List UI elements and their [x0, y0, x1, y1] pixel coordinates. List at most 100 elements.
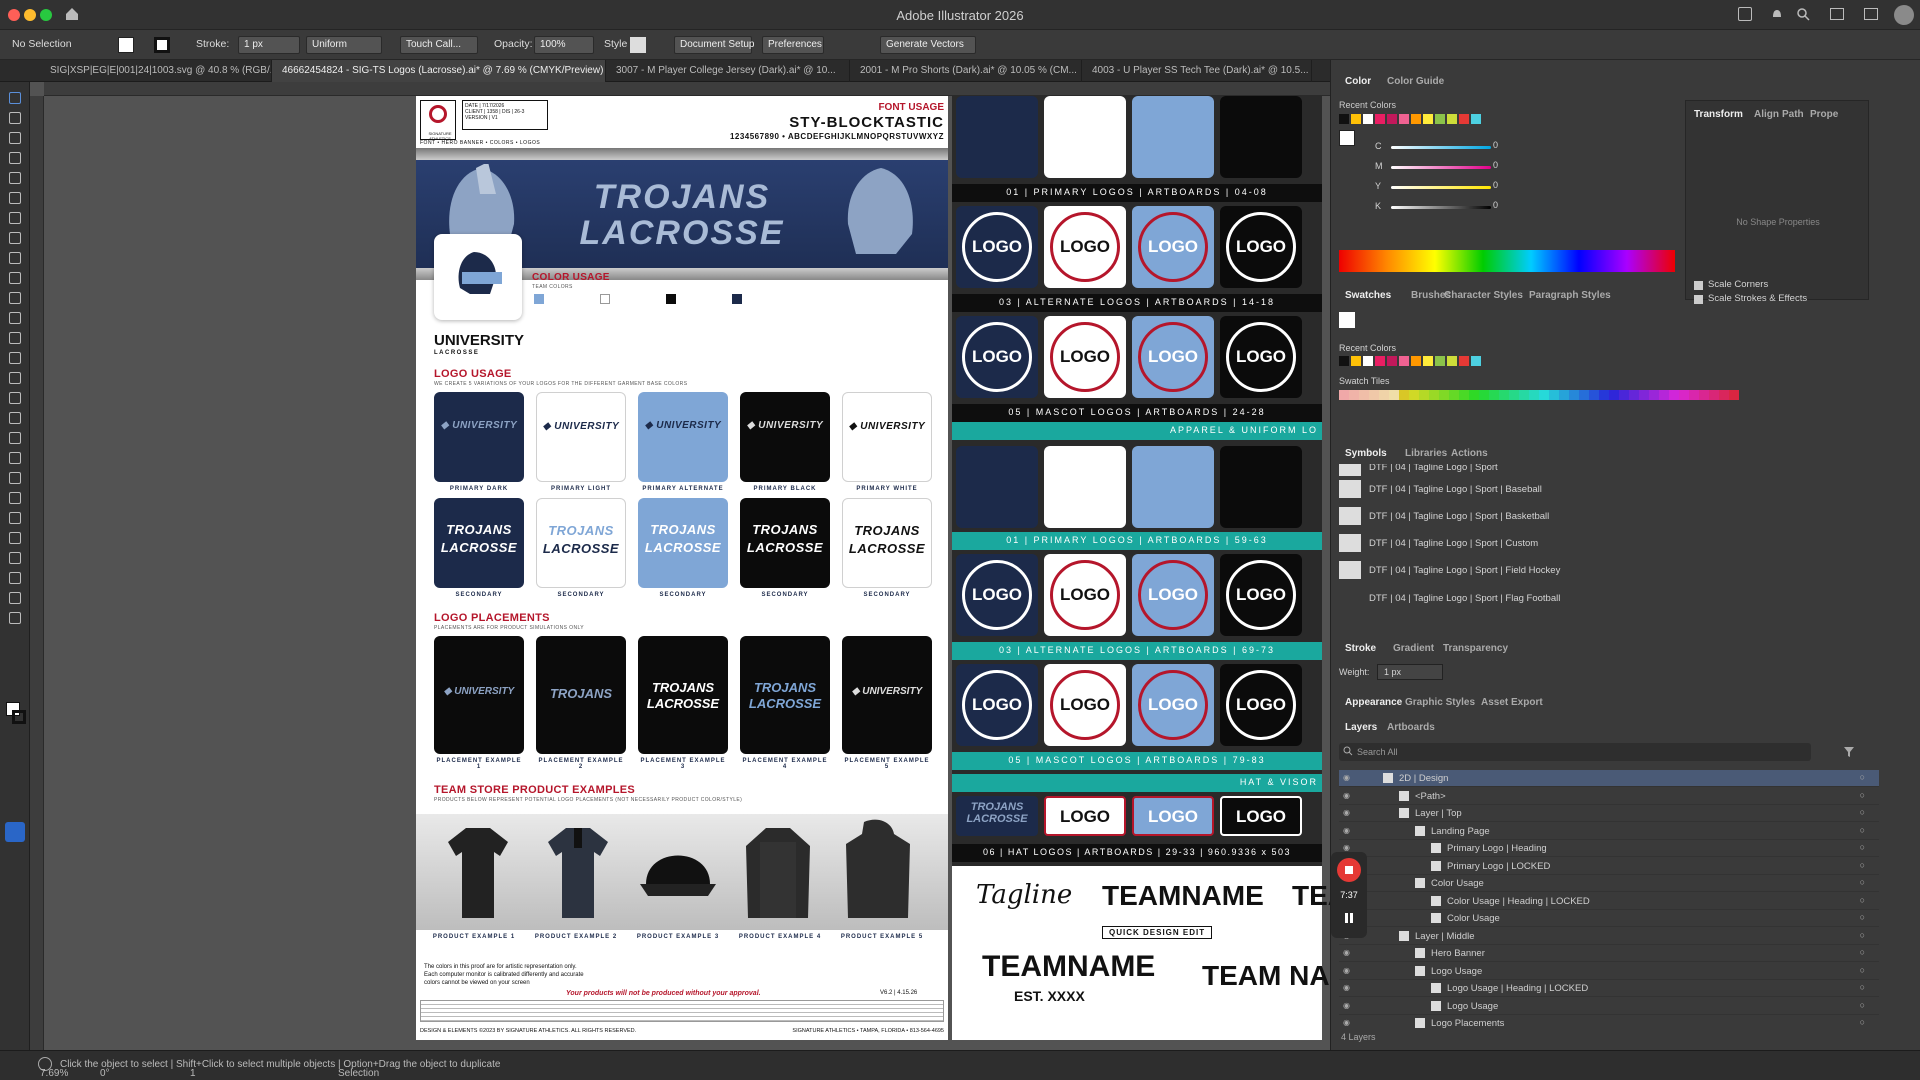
logo-card-primary-black[interactable]: ◆ UNIVERSITY [740, 392, 830, 482]
layer-row[interactable]: ◉ Hero Banner ○ [1339, 945, 1879, 962]
m-value[interactable]: 0 [1493, 160, 1498, 170]
rotate-view[interactable]: 0° [100, 1068, 110, 1079]
color-swatch[interactable] [1423, 356, 1433, 366]
swatch-tile[interactable] [1409, 390, 1419, 400]
placement-example-5[interactable]: ◆ UNIVERSITY [842, 636, 932, 754]
swatch-tile[interactable] [1559, 390, 1569, 400]
swatch-tile[interactable] [1369, 390, 1379, 400]
color-swatch[interactable] [1459, 114, 1469, 124]
strip-alt-light-2[interactable]: LOGO [1044, 554, 1126, 636]
color-swatch[interactable] [1387, 356, 1397, 366]
selection-tool-icon[interactable] [9, 92, 21, 104]
y-value[interactable]: 0 [1493, 180, 1498, 190]
blend-tool-icon[interactable] [9, 492, 21, 504]
layer-row[interactable]: ◉Primary Logo | LOCKED○ [1339, 858, 1879, 875]
target-circle-icon[interactable]: ○ [1860, 860, 1865, 870]
target-circle-icon[interactable]: ○ [1860, 772, 1865, 782]
artboard-tool-icon[interactable] [9, 552, 21, 564]
fill-swatch[interactable] [118, 37, 134, 53]
hat-logo-black[interactable]: LOGO [1220, 796, 1302, 836]
strip-primary-light-2[interactable] [1044, 446, 1126, 528]
lasso-tool-icon[interactable] [9, 152, 21, 164]
share-icon[interactable] [1738, 7, 1752, 21]
zoom-level[interactable]: 7.69% [40, 1068, 68, 1079]
y-slider[interactable] [1391, 186, 1491, 189]
swatch-tile[interactable] [1649, 390, 1659, 400]
layer-row[interactable]: ◉ 2D | Design ○ [1339, 770, 1879, 787]
tab-appearance[interactable]: Appearance [1345, 697, 1402, 708]
stroke-weight-field[interactable]: 1 px [238, 36, 300, 54]
strip-primary-light[interactable] [1044, 96, 1126, 178]
tab-doc-1[interactable]: SIG|XSP|EG|E|001|24|1003.svg @ 40.8 % (R… [40, 60, 272, 82]
swatch-tile[interactable] [1479, 390, 1489, 400]
visibility-eye-icon[interactable]: ◉ [1343, 948, 1350, 957]
swatches-recent-row[interactable] [1339, 356, 1509, 366]
direct-selection-tool-icon[interactable] [9, 112, 21, 124]
tab-artboards[interactable]: Artboards [1387, 722, 1435, 733]
filter-icon[interactable] [1843, 746, 1855, 758]
swatch-tile[interactable] [1549, 390, 1559, 400]
quick-design-area[interactable]: Tagline TEAMNAME TEA QUICK DESIGN EDIT T… [952, 866, 1330, 1040]
target-circle-icon[interactable]: ○ [1860, 912, 1865, 922]
zoom-tool-icon[interactable] [9, 612, 21, 624]
tab-properties[interactable]: Prope [1810, 109, 1838, 120]
swatch-tile[interactable] [1579, 390, 1589, 400]
strip-primary-black[interactable] [1220, 96, 1302, 178]
slice-tool-icon[interactable] [9, 572, 21, 584]
visibility-eye-icon[interactable]: ◉ [1343, 983, 1350, 992]
workspace-icon[interactable] [1830, 8, 1844, 20]
tab-gradient[interactable]: Gradient [1393, 643, 1434, 654]
swatch-tile[interactable] [1589, 390, 1599, 400]
swatch-tile[interactable] [1569, 390, 1579, 400]
color-swatch[interactable] [1399, 114, 1409, 124]
swatch-tile[interactable] [1629, 390, 1639, 400]
visibility-eye-icon[interactable]: ◉ [1343, 791, 1350, 800]
symbol-item[interactable]: DTF | 04 | Tagline Logo | Sport | Field … [1339, 561, 1879, 583]
tab-color[interactable]: Color [1345, 76, 1371, 87]
color-swatch[interactable] [1447, 356, 1457, 366]
strip-alt-dark-2[interactable]: LOGO [956, 554, 1038, 636]
variable-width-profile[interactable]: Uniform [306, 36, 382, 54]
swatch-tile[interactable] [1389, 390, 1399, 400]
strip-alt-black[interactable]: LOGO [1220, 206, 1302, 288]
strip-mascot-blue[interactable]: LOGO [1132, 316, 1214, 398]
strip-alt-black-2[interactable]: LOGO [1220, 554, 1302, 636]
rectangle-tool-icon[interactable] [9, 232, 21, 244]
color-spectrum[interactable] [1339, 250, 1675, 272]
color-swatch[interactable] [1363, 114, 1373, 124]
layer-row[interactable]: ◉ Logo Usage ○ [1339, 998, 1879, 1015]
target-circle-icon[interactable]: ○ [1860, 877, 1865, 887]
layer-row[interactable]: ◉Color Usage○ [1339, 875, 1879, 892]
opacity-field[interactable]: 100% [534, 36, 594, 54]
tab-asset-export[interactable]: Asset Export [1481, 697, 1543, 708]
strip-primary-alt[interactable] [1132, 96, 1214, 178]
artboard-proof[interactable]: SIGNATURE ATHLETICS DATE | 7/17/2026 CLI… [416, 96, 948, 1040]
pause-icon[interactable] [1343, 912, 1355, 924]
tab-transform[interactable]: Transform [1694, 109, 1743, 120]
target-circle-icon[interactable]: ○ [1860, 982, 1865, 992]
quick-design-edit-label[interactable]: QUICK DESIGN EDIT [1102, 926, 1213, 939]
width-tool-icon[interactable] [9, 352, 21, 364]
target-circle-icon[interactable]: ○ [1860, 895, 1865, 905]
swatch-tile[interactable] [1599, 390, 1609, 400]
symbol-sprayer-tool-icon[interactable] [9, 512, 21, 524]
swatch-tile[interactable] [1619, 390, 1629, 400]
target-circle-icon[interactable]: ○ [1860, 1000, 1865, 1010]
color-swatch[interactable] [1339, 356, 1349, 366]
symbol-item[interactable]: DTF | 04 | Tagline Logo | Sport | Baseba… [1339, 480, 1879, 502]
logo-card-secondary-2[interactable]: TROJANS LACROSSE [536, 498, 626, 588]
c-value[interactable]: 0 [1493, 140, 1498, 150]
artboards-strip[interactable]: 01 | PRIMARY LOGOS | ARTBOARDS | 04-08 L… [952, 96, 1330, 1040]
swatch-tile[interactable] [1539, 390, 1549, 400]
swatch-tile[interactable] [1499, 390, 1509, 400]
stroke-swatch[interactable] [154, 37, 170, 53]
swatch-tile[interactable] [1689, 390, 1699, 400]
color-swatch[interactable] [1363, 356, 1373, 366]
stroke-color-icon[interactable] [12, 710, 26, 724]
type-tool-icon[interactable] [9, 192, 21, 204]
graph-tool-icon[interactable] [9, 532, 21, 544]
tab-doc-4[interactable]: 2001 - M Pro Shorts (Dark).ai* @ 10.05 %… [850, 60, 1082, 82]
tab-doc-5[interactable]: 4003 - U Player SS Tech Tee (Dark).ai* @… [1082, 60, 1312, 82]
swatch-tile[interactable] [1449, 390, 1459, 400]
layer-row[interactable]: ◉Layer | Middle○ [1339, 928, 1879, 945]
